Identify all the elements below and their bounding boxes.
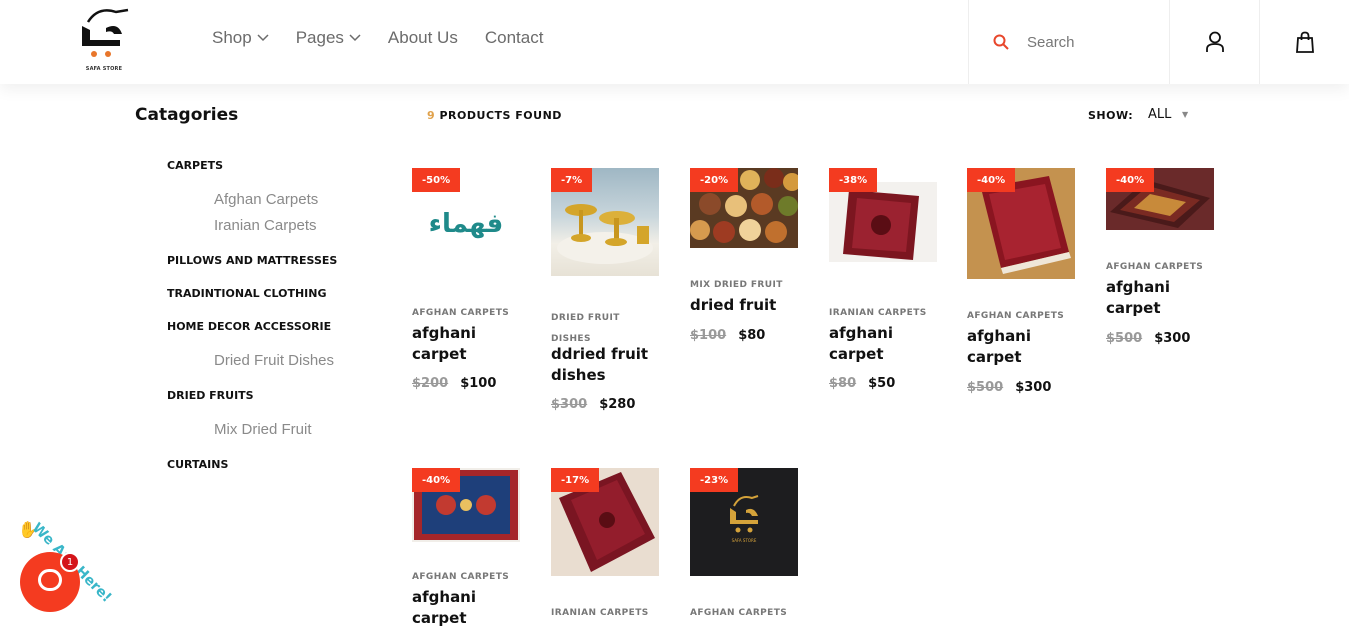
category-dried-fruits[interactable]: DRIED FRUITS <box>167 389 254 402</box>
chevron-down-icon <box>349 34 361 42</box>
search-icon[interactable] <box>993 34 1009 50</box>
discount-badge: -7% <box>551 168 593 192</box>
subcategory-iranian-carpets[interactable]: Iranian Carpets <box>214 217 317 234</box>
product-price: $100 $80 <box>690 328 765 343</box>
chat-unread-badge: 1 <box>60 552 80 572</box>
old-price: $500 <box>967 380 1004 395</box>
nav-shop[interactable]: Shop <box>212 28 269 48</box>
product-category[interactable]: AFGHAN CARPETS <box>1106 262 1203 272</box>
cart-logo-icon <box>82 8 129 57</box>
svg-text:فهماء: فهماء <box>429 209 504 239</box>
products-found-label: PRODUCTS FOUND <box>439 109 562 122</box>
old-price: $80 <box>829 376 857 391</box>
product-price: $200 $100 <box>412 376 496 391</box>
subcategory-mix-dried-fruit[interactable]: Mix Dried Fruit <box>214 421 312 438</box>
product-category[interactable]: AFGHAN CARPETS <box>412 308 509 318</box>
discount-badge: -40% <box>967 168 1016 192</box>
sale-price: $300 <box>1154 331 1191 346</box>
nav-about-us[interactable]: About Us <box>388 28 458 48</box>
site-header: SAFA STORE Shop Pages About Us Contact S… <box>0 0 1349 84</box>
old-price: $500 <box>1106 331 1143 346</box>
nav-shop-label: Shop <box>212 28 252 47</box>
show-select[interactable]: ALL <box>1148 107 1171 122</box>
product-name[interactable]: dried fruit <box>690 295 800 316</box>
nav-about-us-label: About Us <box>387 28 458 47</box>
category-home-decor[interactable]: HOME DECOR ACCESSORIE <box>167 320 331 333</box>
logo-text: SAFA STORE <box>85 66 123 72</box>
site-logo[interactable]: SAFA STORE <box>74 4 134 76</box>
product-category[interactable]: IRANIAN CARPETS <box>829 308 927 318</box>
product-price: $80 $50 <box>829 376 895 391</box>
chevron-down-icon <box>257 34 269 42</box>
discount-badge: -38% <box>829 168 878 192</box>
product-category[interactable]: AFGHAN CARPETS <box>690 608 787 618</box>
product-category[interactable]: MIX DRIED FRUIT <box>690 280 783 290</box>
product-category[interactable]: IRANIAN CARPETS <box>551 608 649 618</box>
product-category[interactable]: AFGHAN CARPETS <box>967 311 1064 321</box>
discount-badge: -17% <box>551 468 600 492</box>
sale-price: $280 <box>599 397 636 412</box>
nav-pages[interactable]: Pages <box>296 28 361 48</box>
cart-button[interactable] <box>1259 0 1349 84</box>
product-name[interactable]: afghani carpet <box>1106 277 1216 319</box>
header-actions: Search <box>968 0 1349 84</box>
search-input[interactable]: Search <box>1027 34 1075 51</box>
category-traditional-clothing[interactable]: TRADINTIONAL CLOTHING <box>167 287 327 300</box>
discount-badge: -40% <box>412 468 461 492</box>
discount-badge: -40% <box>1106 168 1155 192</box>
svg-text:SAFA STORE: SAFA STORE <box>732 538 757 543</box>
nav-pages-label: Pages <box>295 28 344 47</box>
old-price: $300 <box>551 397 588 412</box>
shopping-bag-icon <box>1295 31 1314 53</box>
category-curtains[interactable]: CURTAINS <box>167 458 228 471</box>
product-name[interactable]: afghani carpet <box>829 323 939 365</box>
discount-badge: -23% <box>690 468 739 492</box>
product-name[interactable]: afghani carpet <box>967 326 1077 368</box>
show-label: SHOW: <box>1088 109 1134 122</box>
sale-price: $300 <box>1015 380 1052 395</box>
old-price: $100 <box>690 328 727 343</box>
nav-contact-label: Contact <box>484 28 544 47</box>
discount-badge: -20% <box>690 168 739 192</box>
user-icon <box>1205 31 1224 52</box>
product-category[interactable]: AFGHAN CARPETS <box>412 572 509 582</box>
categories-title: Catagories <box>135 105 239 125</box>
product-name[interactable]: afghani carpet <box>412 323 522 365</box>
product-price: $500 $300 <box>1106 331 1190 346</box>
nav-contact[interactable]: Contact <box>485 28 544 48</box>
chat-bubble-icon <box>38 569 62 591</box>
discount-badge: -50% <box>412 168 461 192</box>
sale-price: $100 <box>460 376 497 391</box>
search-box[interactable]: Search <box>968 0 1169 84</box>
sale-price: $50 <box>868 376 896 391</box>
product-name[interactable]: ddried fruit dishes <box>551 344 661 386</box>
product-price: $300 $280 <box>551 397 635 412</box>
category-carpets[interactable]: CARPETS <box>167 159 223 172</box>
product-name[interactable]: afghani carpet <box>412 587 522 629</box>
main-nav: Shop Pages About Us Contact <box>212 28 570 48</box>
subcategory-afghan-carpets[interactable]: Afghan Carpets <box>214 191 318 208</box>
product-price: $500 $300 <box>967 380 1051 395</box>
account-button[interactable] <box>1169 0 1259 84</box>
caret-down-icon[interactable]: ▼ <box>1182 110 1188 119</box>
subcategory-dried-fruit-dishes[interactable]: Dried Fruit Dishes <box>214 352 334 369</box>
sale-price: $80 <box>738 328 766 343</box>
old-price: $200 <box>412 376 449 391</box>
category-pillows-mattresses[interactable]: PILLOWS AND MATTRESSES <box>167 254 337 267</box>
products-found: 9 PRODUCTS FOUND <box>427 109 562 122</box>
products-count: 9 <box>427 109 436 122</box>
